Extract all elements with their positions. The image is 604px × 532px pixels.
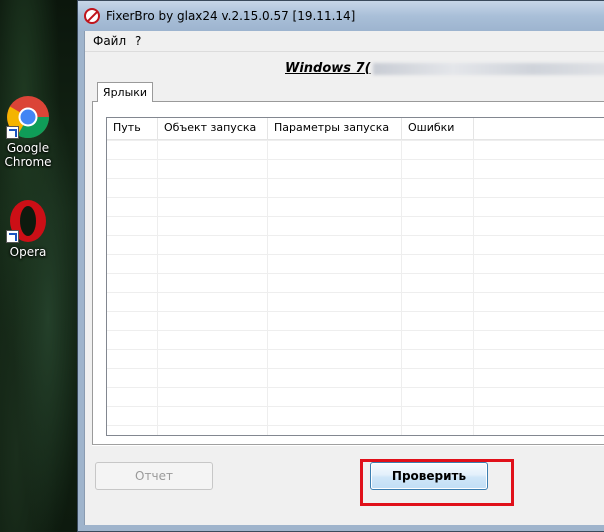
tab-panel: Путь Объект запуска Параметры запуска Ош… — [92, 101, 604, 445]
shortcut-arrow-icon — [6, 230, 19, 243]
window-title: FixerBro by glax24 v.2.15.0.57 [19.11.14… — [106, 9, 356, 23]
shortcuts-list[interactable]: Путь Объект запуска Параметры запуска Ош… — [106, 117, 604, 436]
opera-icon — [6, 199, 50, 243]
list-header: Путь Объект запуска Параметры запуска Ош… — [107, 118, 604, 140]
os-details-blurred — [372, 62, 604, 75]
app-icon — [84, 8, 100, 24]
desktop-icon-chrome[interactable]: Google Chrome — [0, 95, 56, 169]
column-header-path[interactable]: Путь — [107, 118, 158, 139]
desktop-icon-label: Google Chrome — [4, 141, 52, 169]
report-button[interactable]: Отчет — [95, 462, 213, 490]
menu-file[interactable]: Файл — [89, 34, 130, 48]
check-button[interactable]: Проверить — [370, 462, 488, 490]
chrome-icon — [6, 95, 50, 139]
column-header-arguments[interactable]: Параметры запуска — [268, 118, 402, 139]
tab-shortcuts[interactable]: Ярлыки — [97, 82, 153, 102]
os-label: Windows 7( — [285, 61, 371, 76]
window-client-area: Файл ? Windows 7( Ярлыки Путь Объект зап… — [84, 31, 604, 525]
list-rows — [107, 140, 604, 435]
menu-help[interactable]: ? — [131, 34, 145, 48]
os-info: Windows 7( — [285, 61, 604, 76]
app-window: FixerBro by glax24 v.2.15.0.57 [19.11.14… — [77, 0, 604, 532]
menu-bar: Файл ? — [85, 31, 604, 52]
desktop-icon-opera[interactable]: Opera — [0, 199, 56, 259]
desktop-background: Google Chrome Opera — [0, 0, 80, 532]
title-bar[interactable]: FixerBro by glax24 v.2.15.0.57 [19.11.14… — [78, 1, 604, 31]
column-header-errors[interactable]: Ошибки — [402, 118, 474, 139]
column-header-target[interactable]: Объект запуска — [158, 118, 268, 139]
shortcut-arrow-icon — [6, 126, 19, 139]
divider — [92, 444, 604, 446]
desktop-icon-label: Opera — [9, 245, 47, 259]
